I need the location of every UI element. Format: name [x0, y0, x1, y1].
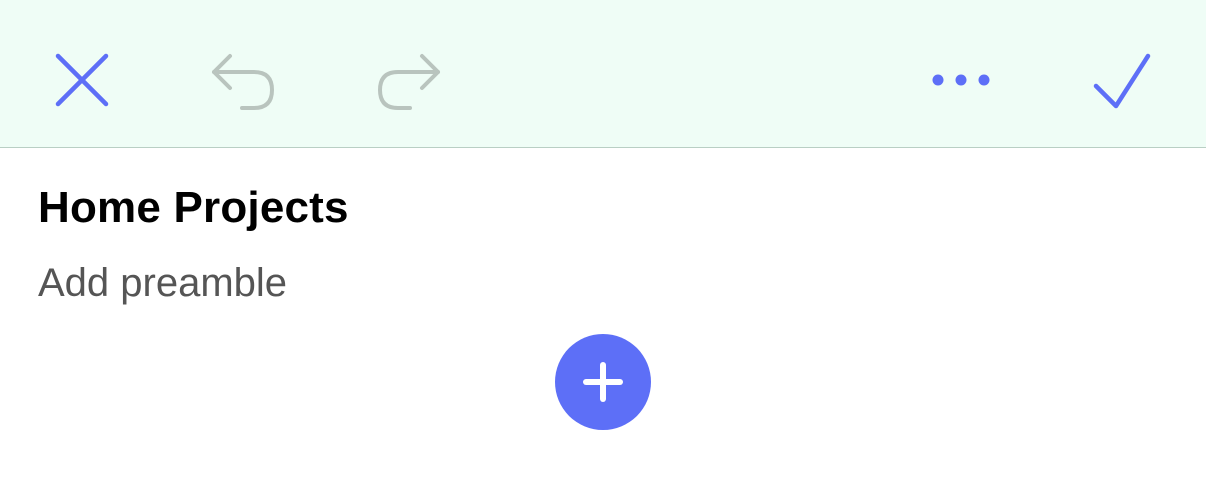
done-button[interactable] [1082, 40, 1162, 120]
note-title[interactable]: Home Projects [38, 182, 349, 234]
more-options-button[interactable] [921, 40, 1001, 120]
add-item-button[interactable] [555, 334, 651, 430]
redo-button[interactable] [370, 40, 450, 120]
note-content: Home Projects Add preamble [0, 148, 1206, 479]
plus-icon [583, 362, 623, 402]
preamble-field[interactable]: Add preamble [38, 259, 287, 307]
more-icon [932, 74, 990, 86]
redo-icon [378, 54, 440, 110]
checkmark-icon [1093, 53, 1151, 109]
close-button[interactable] [42, 40, 122, 120]
top-toolbar [0, 0, 1206, 148]
undo-icon [212, 54, 274, 110]
close-icon [55, 53, 109, 107]
undo-button[interactable] [202, 40, 282, 120]
